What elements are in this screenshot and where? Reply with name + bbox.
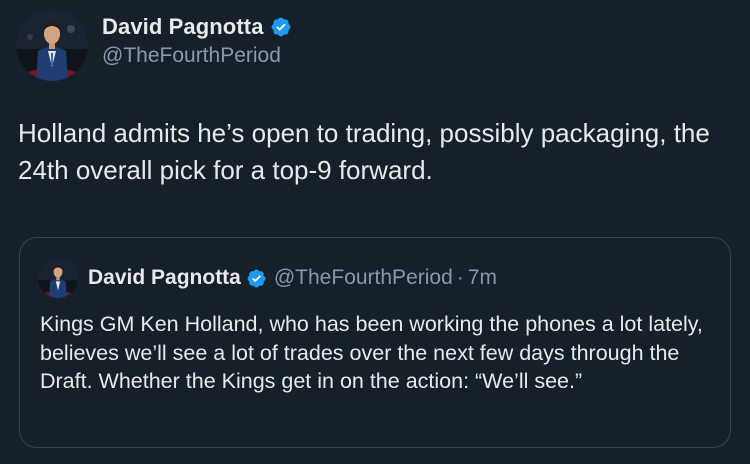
avatar-image: [16, 9, 88, 81]
quoted-handle[interactable]: @TheFourthPeriod: [274, 266, 453, 290]
quoted-verified-badge-icon[interactable]: [246, 268, 267, 289]
tweet: David Pagnotta @TheFourthPeriod Holland …: [0, 0, 750, 464]
tweet-author-row[interactable]: David Pagnotta @TheFourthPeriod: [16, 9, 292, 81]
quoted-tweet-text: Kings GM Ken Holland, who has been worki…: [40, 312, 703, 393]
quoted-display-name[interactable]: David Pagnotta: [88, 266, 241, 290]
quoted-timestamp[interactable]: 7m: [468, 266, 497, 290]
handle[interactable]: @TheFourthPeriod: [102, 44, 292, 68]
quoted-avatar[interactable]: [38, 258, 78, 298]
author-names: David Pagnotta @TheFourthPeriod: [102, 14, 292, 68]
quoted-avatar-image: [38, 258, 78, 298]
quoted-tweet-header: David Pagnotta @TheFourthPeriod · 7m: [38, 258, 497, 298]
quoted-tweet-card[interactable]: David Pagnotta @TheFourthPeriod · 7m Kin…: [19, 237, 731, 448]
display-name-line: David Pagnotta: [102, 14, 292, 40]
quoted-separator: ·: [456, 266, 464, 289]
display-name[interactable]: David Pagnotta: [102, 14, 264, 40]
tweet-text: Holland admits he’s open to trading, pos…: [18, 118, 710, 185]
verified-badge-icon[interactable]: [270, 16, 292, 38]
avatar[interactable]: [16, 9, 88, 81]
